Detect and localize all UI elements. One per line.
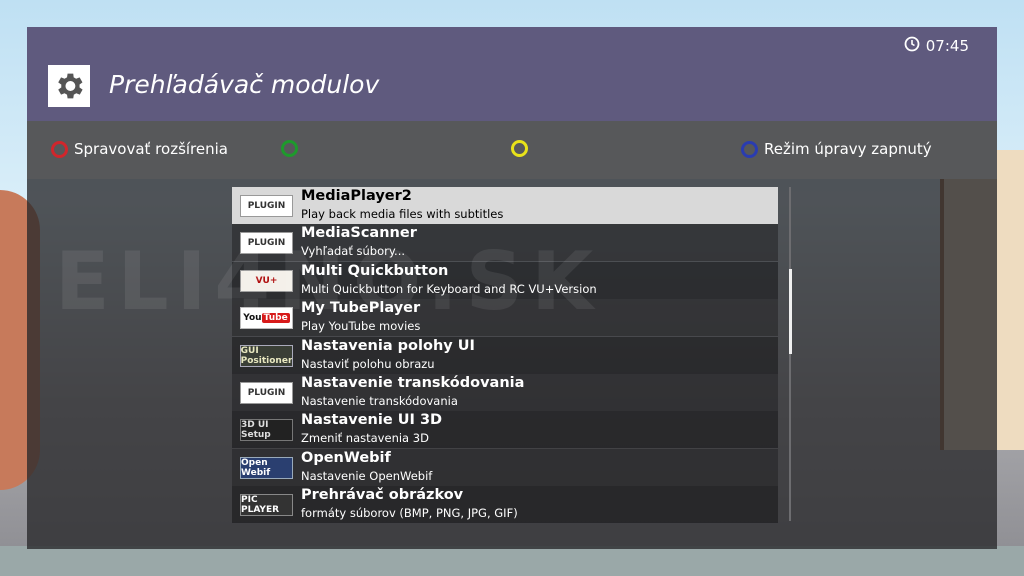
openwebif-icon: Open Webif [240, 456, 293, 479]
plugin-list: PLUGIN MediaPlayer2 Play back media file… [232, 187, 778, 524]
plugin-name: Prehrávač obrázkov [301, 487, 464, 504]
plugin-thumbnail-icon: PLUGIN [240, 381, 293, 404]
vu-quickbutton-icon: VU+ [240, 269, 293, 292]
plugin-name: Multi Quickbutton [301, 262, 449, 279]
plugin-description: Multi Quickbutton for Keyboard and RC VU… [301, 281, 597, 296]
scrollbar-thumb[interactable] [789, 269, 792, 354]
clock: 07:45 [904, 36, 969, 56]
gui-positioner-icon: GUI Positioner [240, 344, 293, 367]
green-key-icon [281, 140, 298, 157]
list-item[interactable]: Open Webif OpenWebif Nastavenie OpenWebi… [232, 448, 778, 486]
plugin-browser-window: Prehľadávač modulov 07:45 Spravovať rozš… [27, 27, 997, 549]
background-ground [0, 546, 1024, 576]
plugin-thumbnail-icon: PLUGIN [240, 195, 293, 217]
3d-setup-icon: 3D UI Setup [240, 419, 293, 442]
plugin-description: Nastavenie transkódovania [301, 393, 458, 408]
yellow-key-icon [511, 140, 528, 157]
plugin-name: MediaScanner [301, 225, 417, 242]
list-item[interactable]: GUI Positioner Nastavenia polohy UI Nast… [232, 336, 778, 374]
clock-time: 07:45 [925, 37, 969, 55]
list-item[interactable]: PLUGIN Nastavenie transkódovania Nastave… [232, 373, 778, 411]
plugin-name: My TubePlayer [301, 300, 421, 317]
color-key-bar: Spravovať rozšírenia Režim úpravy zapnut… [27, 121, 997, 179]
red-key-label: Spravovať rozšírenia [74, 140, 228, 158]
pic-player-icon: PIC PLAYER [240, 494, 293, 517]
plugin-description: Zmeniť nastavenia 3D [301, 431, 429, 446]
plugin-name: Nastavenie UI 3D [301, 412, 443, 429]
list-item[interactable]: PIC PLAYER Prehrávač obrázkov formáty sú… [232, 486, 778, 524]
green-key-button[interactable] [281, 140, 304, 157]
page-title: Prehľadávač modulov [109, 70, 380, 99]
plugin-name: Nastavenie transkódovania [301, 374, 525, 391]
plugin-description: Nastaviť polohu obrazu [301, 356, 435, 371]
yellow-key-button[interactable] [511, 140, 534, 157]
plugin-description: formáty súborov (BMP, PNG, JPG, GIF) [301, 506, 518, 521]
scrollbar-track[interactable] [789, 187, 791, 521]
plugin-thumbnail-icon: PLUGIN [240, 232, 293, 255]
red-key-icon [51, 140, 68, 158]
blue-key-icon [741, 140, 758, 158]
red-key-button[interactable]: Spravovať rozšírenia [51, 140, 228, 158]
plugin-description: Nastavenie OpenWebif [301, 468, 433, 483]
list-item[interactable]: VU+ Multi Quickbutton Multi Quickbutton … [232, 261, 778, 299]
plugin-description: Play back media files with subtitles [301, 207, 504, 221]
clock-icon [904, 36, 920, 56]
plugin-name: Nastavenia polohy UI [301, 337, 475, 354]
list-item[interactable]: PLUGIN MediaScanner Vyhľadať súbory... [232, 224, 778, 262]
list-item[interactable]: You Tube My TubePlayer Play YouTube movie… [232, 299, 778, 337]
plugin-name: MediaPlayer2 [301, 188, 412, 204]
list-item[interactable]: 3D UI Setup Nastavenie UI 3D Zmeniť nast… [232, 411, 778, 449]
blue-key-button[interactable]: Režim úpravy zapnutý [741, 140, 932, 158]
gear-icon [48, 65, 90, 107]
title-bar: Prehľadávač modulov 07:45 [27, 27, 997, 121]
plugin-description: Play YouTube movies [301, 319, 421, 334]
youtube-icon: You Tube [240, 307, 293, 330]
plugin-list-area: PLUGIN MediaPlayer2 Play back media file… [27, 179, 997, 549]
list-item[interactable]: PLUGIN MediaPlayer2 Play back media file… [232, 187, 778, 224]
plugin-description: Vyhľadať súbory... [301, 244, 405, 259]
plugin-name: OpenWebif [301, 449, 391, 466]
blue-key-label: Režim úpravy zapnutý [764, 140, 932, 158]
